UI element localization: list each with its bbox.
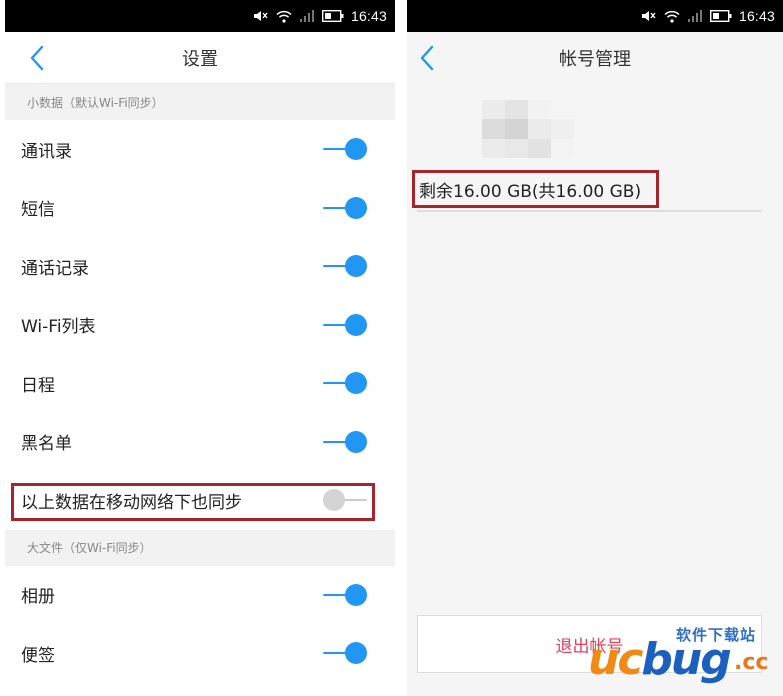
notes-toggle[interactable] [323,641,367,665]
sync-row-sms[interactable]: 短信 [5,178,395,237]
status-time: 16:43 [738,8,775,24]
status-time: 16:43 [350,8,387,24]
sync-row-contacts[interactable]: 通讯录 [5,120,395,179]
sms-toggle[interactable] [323,196,367,220]
schedule-toggle[interactable] [323,371,367,395]
section-header-large-files: 大文件（仅Wi-Fi同步） [5,529,395,566]
header: 帐号管理 [407,32,783,84]
signal-icon [299,9,314,22]
sync-row-album[interactable]: 相册 [5,565,395,624]
storage-divider [417,210,762,212]
sync-row-blacklist[interactable]: 黑名单 [5,412,395,471]
contacts-toggle[interactable] [323,137,367,161]
mute-icon [253,11,268,21]
sync-row-schedule[interactable]: 日程 [5,354,395,413]
row-label: 以上数据在移动网络下也同步 [21,492,242,513]
page-title: 帐号管理 [559,49,631,70]
row-label: 通话记录 [21,258,89,279]
row-label: 黑名单 [21,434,72,455]
call-log-toggle[interactable] [323,254,367,278]
row-label: Wi-Fi列表 [21,317,96,338]
battery-icon [321,10,344,22]
row-label: 便签 [21,645,55,666]
sync-row-wifi-list[interactable]: Wi-Fi列表 [5,295,395,354]
sync-row-call-log[interactable]: 通话记录 [5,237,395,296]
wifi-icon [276,10,292,23]
blacklist-toggle[interactable] [323,430,367,454]
row-label: 日程 [21,375,55,396]
settings-screen: 16:43 设置 小数据（默认Wi-Fi同步） 通讯录 短信 通话记录 Wi-F… [5,0,395,696]
storage-quota-text: 剩余16.00 GB(共16.00 GB) [419,182,642,202]
wifi-icon [664,10,680,23]
page-title: 设置 [182,48,218,70]
wifi-list-toggle[interactable] [323,313,367,337]
back-button[interactable] [413,44,441,72]
battery-icon [709,10,732,22]
status-bar: 16:43 [5,0,395,32]
chevron-left-icon [30,45,44,71]
status-bar: 16:43 [407,0,783,32]
section-header-small-data: 小数据（默认Wi-Fi同步） [5,84,395,120]
mute-icon [641,11,656,21]
pixelated-avatar [482,100,574,158]
header: 设置 [5,32,395,84]
sync-row-mobile-network[interactable]: 以上数据在移动网络下也同步 [5,471,395,530]
mobile-network-sync-toggle[interactable] [323,488,367,512]
account-management-screen: 16:43 帐号管理 剩余16.00 GB(共16.00 GB) 退出帐号 [407,0,783,696]
row-label: 相册 [21,587,55,608]
row-label: 通讯录 [21,141,72,162]
sync-row-notes[interactable]: 便签 [5,624,395,683]
signal-icon [687,9,702,22]
row-label: 短信 [21,200,55,221]
logout-button[interactable]: 退出帐号 [417,615,762,673]
album-toggle[interactable] [323,583,367,607]
chevron-left-icon [420,45,434,71]
back-button[interactable] [23,44,51,72]
